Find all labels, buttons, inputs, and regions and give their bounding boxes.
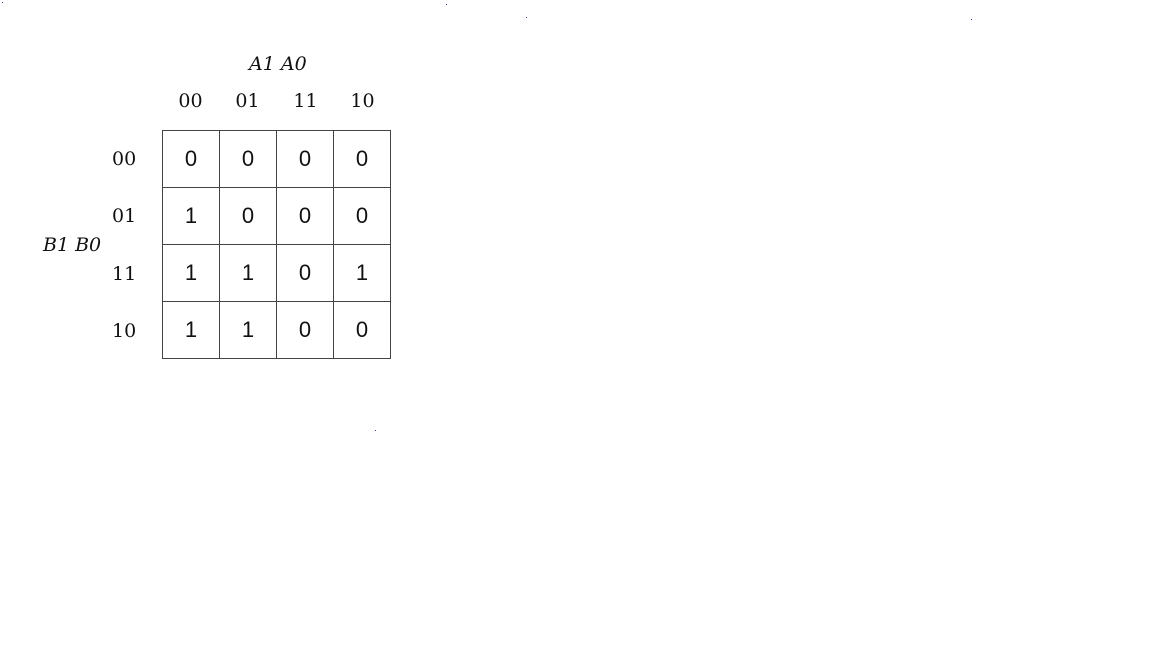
grid-row: 1 0 0 0	[162, 187, 391, 245]
column-code: 11	[293, 90, 318, 112]
stray-dot	[375, 430, 376, 431]
grid-cell: 0	[276, 244, 334, 302]
grid-cell: 1	[162, 244, 220, 302]
kmap-grid: 0 0 0 0 1 0 0 0 1 1 0 1 1 1 0 0	[162, 130, 391, 359]
stray-dot	[526, 17, 527, 18]
karnaugh-map: A1 A0 B1 B0 00 01 11 10 00 01 11 10 0 0 …	[0, 0, 1152, 648]
column-variables-label: A1 A0	[249, 53, 307, 75]
column-code: 10	[350, 90, 375, 112]
grid-cell: 0	[276, 187, 334, 245]
row-variables-label: B1 B0	[43, 234, 102, 256]
grid-cell: 1	[162, 301, 220, 359]
grid-cell: 1	[219, 301, 277, 359]
grid-row: 1 1 0 1	[162, 244, 391, 302]
grid-cell: 0	[276, 301, 334, 359]
grid-cell: 1	[162, 187, 220, 245]
grid-cell: 0	[162, 130, 220, 188]
grid-cell: 1	[333, 244, 391, 302]
row-code: 00	[112, 148, 137, 170]
grid-cell: 1	[219, 244, 277, 302]
column-code: 00	[178, 90, 203, 112]
grid-row: 0 0 0 0	[162, 130, 391, 188]
grid-cell: 0	[219, 130, 277, 188]
column-code: 01	[235, 90, 260, 112]
row-code: 10	[112, 320, 137, 342]
stray-dot	[2, 2, 3, 3]
grid-row: 1 1 0 0	[162, 301, 391, 359]
grid-cell: 0	[276, 130, 334, 188]
stray-dot	[446, 4, 447, 5]
row-code: 01	[112, 205, 137, 227]
grid-cell: 0	[333, 187, 391, 245]
grid-cell: 0	[333, 130, 391, 188]
row-code: 11	[112, 263, 137, 285]
stray-dot	[971, 19, 972, 20]
grid-cell: 0	[219, 187, 277, 245]
grid-cell: 0	[333, 301, 391, 359]
